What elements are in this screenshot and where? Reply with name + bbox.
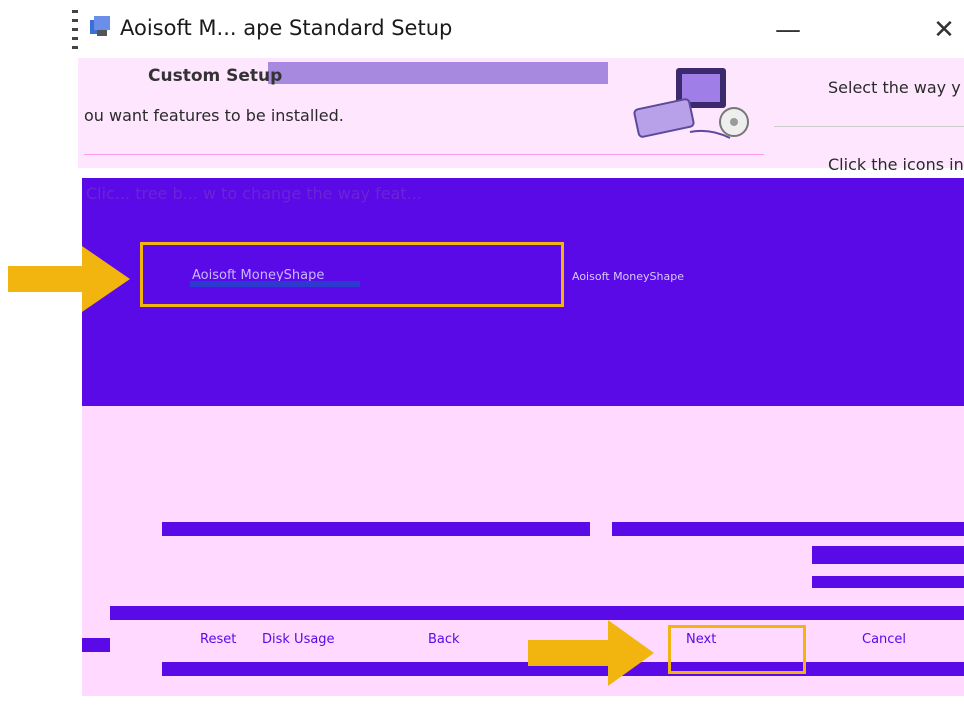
minimize-icon: — xyxy=(775,15,801,45)
title-bar: Aoisoft M... ape Standard Setup — ✕ xyxy=(78,0,964,58)
progress-band xyxy=(162,522,590,536)
banner-divider xyxy=(84,154,764,155)
content-area: Reset Disk Usage Back Next Cancel xyxy=(82,406,964,696)
disk-usage-button[interactable]: Disk Usage xyxy=(262,632,335,647)
button-band xyxy=(110,606,964,620)
cancel-button[interactable]: Cancel xyxy=(862,632,906,647)
banner-divider-right xyxy=(774,126,964,127)
progress-band xyxy=(612,522,964,536)
page-title: Custom Setup xyxy=(148,66,283,86)
header-banner: Custom Setup ou want features to be inst… xyxy=(78,58,964,174)
banner-instruction-2: Click the icons in xyxy=(828,155,964,174)
installer-icon xyxy=(90,16,110,36)
button-band xyxy=(812,576,964,588)
button-band xyxy=(812,546,964,564)
close-button[interactable]: ✕ xyxy=(924,12,964,48)
minimize-button[interactable]: — xyxy=(768,12,808,48)
arrow-icon xyxy=(8,246,130,312)
reset-button[interactable]: Reset xyxy=(200,632,236,647)
window-title: Aoisoft M... ape Standard Setup xyxy=(120,16,453,40)
close-icon: ✕ xyxy=(933,15,955,45)
feature-description: Aoisoft MoneyShape xyxy=(572,270,684,283)
setup-window: Aoisoft M... ape Standard Setup — ✕ Cust… xyxy=(72,0,964,711)
page-subtitle: ou want features to be installed. xyxy=(84,106,344,125)
next-button-highlight-box xyxy=(668,625,806,674)
feature-item-highlight-box xyxy=(140,242,564,307)
arrow-icon xyxy=(528,620,654,686)
back-button[interactable]: Back xyxy=(428,632,460,647)
banner-instruction: Select the way y xyxy=(828,78,961,97)
button-band xyxy=(82,638,110,652)
banner-artifact xyxy=(268,62,608,84)
computer-setup-icon xyxy=(633,68,749,139)
tree-hint: Clic... tree b... w to change the way fe… xyxy=(86,184,422,203)
